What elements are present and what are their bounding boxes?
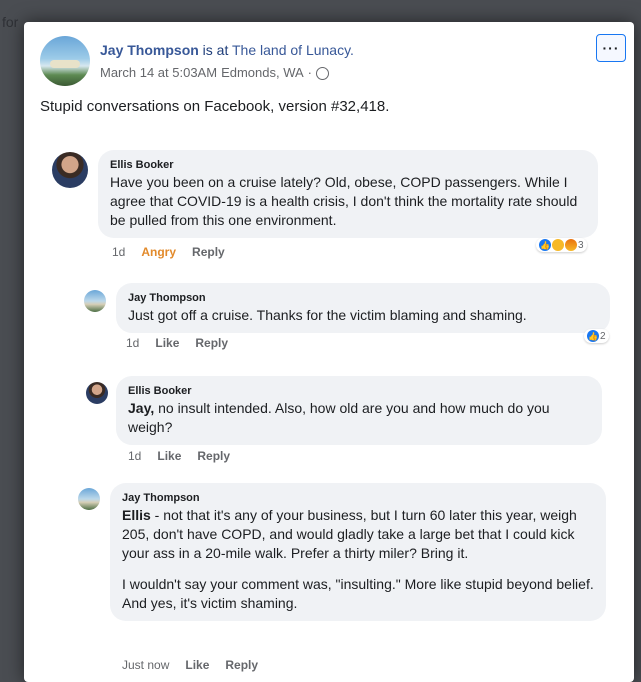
comment-author[interactable]: Ellis Booker xyxy=(128,384,590,398)
comment-text: - not that it's any of your business, bu… xyxy=(122,507,577,561)
angry-reaction-button[interactable]: Angry xyxy=(141,245,176,259)
wow-reaction-icon xyxy=(552,239,564,251)
post-text: Stupid conversations on Facebook, versio… xyxy=(40,98,390,115)
comment-time[interactable]: 1d xyxy=(128,449,141,463)
avatar[interactable] xyxy=(84,290,106,312)
avatar[interactable] xyxy=(78,488,100,510)
like-button[interactable]: Like xyxy=(155,336,179,350)
comment-author[interactable]: Ellis Booker xyxy=(110,158,586,172)
comment-bubble: Ellis Booker Have you been on a cruise l… xyxy=(98,150,598,238)
comment-text: no insult intended. Also, how old are yo… xyxy=(128,400,550,435)
reply-button[interactable]: Reply xyxy=(197,449,230,463)
globe-icon xyxy=(316,67,330,80)
like-button[interactable]: Like xyxy=(185,658,209,672)
comment-bubble: Jay Thompson Ellis - not that it's any o… xyxy=(110,483,606,621)
comment-actions: 1d Like Reply xyxy=(128,449,230,463)
comment-actions: 1d Angry Reply xyxy=(112,245,225,259)
avatar[interactable] xyxy=(86,382,108,404)
mention-link[interactable]: Jay, xyxy=(128,400,154,416)
reply-button[interactable]: Reply xyxy=(195,336,228,350)
comment-bubble: Ellis Booker Jay, no insult intended. Al… xyxy=(116,376,602,445)
location-link[interactable]: The land of Lunacy. xyxy=(232,42,354,58)
meta-separator: · xyxy=(307,65,313,80)
reaction-count: 2 xyxy=(600,330,606,342)
comment-bubble: Jay Thompson Just got off a cruise. Than… xyxy=(116,283,610,333)
background-fragment: for xyxy=(2,14,19,30)
like-button[interactable]: Like xyxy=(157,449,181,463)
comment-text: Just got off a cruise. Thanks for the vi… xyxy=(128,307,527,323)
mention-link[interactable]: Ellis xyxy=(122,507,151,523)
author-name[interactable]: Jay Thompson xyxy=(100,42,199,58)
reply-button[interactable]: Reply xyxy=(192,245,225,259)
comment-author[interactable]: Jay Thompson xyxy=(122,491,594,505)
comment-time[interactable]: 1d xyxy=(112,245,125,259)
author-avatar[interactable] xyxy=(40,36,90,86)
like-reaction-icon: 👍 xyxy=(539,239,551,251)
comment-author[interactable]: Jay Thompson xyxy=(128,291,598,305)
post-header: Jay Thompson is at The land of Lunacy. xyxy=(100,42,354,58)
reaction-summary[interactable]: 👍 3 xyxy=(536,238,587,252)
comment-time[interactable]: 1d xyxy=(126,336,139,350)
avatar[interactable] xyxy=(52,152,88,188)
comment-text: Have you been on a cruise lately? Old, o… xyxy=(110,174,578,228)
post-card: Jay Thompson is at The land of Lunacy. M… xyxy=(24,22,634,682)
is-at-text: is at xyxy=(198,42,232,58)
comment-actions: 1d Like Reply xyxy=(126,336,228,350)
comment-actions: Just now Like Reply xyxy=(122,658,258,672)
comment-text-paragraph-2: I wouldn't say your comment was, "insult… xyxy=(122,576,594,611)
comment-time[interactable]: Just now xyxy=(122,658,169,672)
post-timestamp[interactable]: March 14 at 5:03AM xyxy=(100,65,217,80)
like-reaction-icon: 👍 xyxy=(587,330,599,342)
more-options-button[interactable]: ··· xyxy=(596,34,626,62)
post-place[interactable]: Edmonds, WA xyxy=(221,65,304,80)
reaction-count: 3 xyxy=(578,239,584,251)
post-meta: March 14 at 5:03AM Edmonds, WA · xyxy=(100,65,330,80)
angry-reaction-icon xyxy=(565,239,577,251)
reaction-summary[interactable]: 👍 2 xyxy=(584,329,609,343)
reply-button[interactable]: Reply xyxy=(225,658,258,672)
